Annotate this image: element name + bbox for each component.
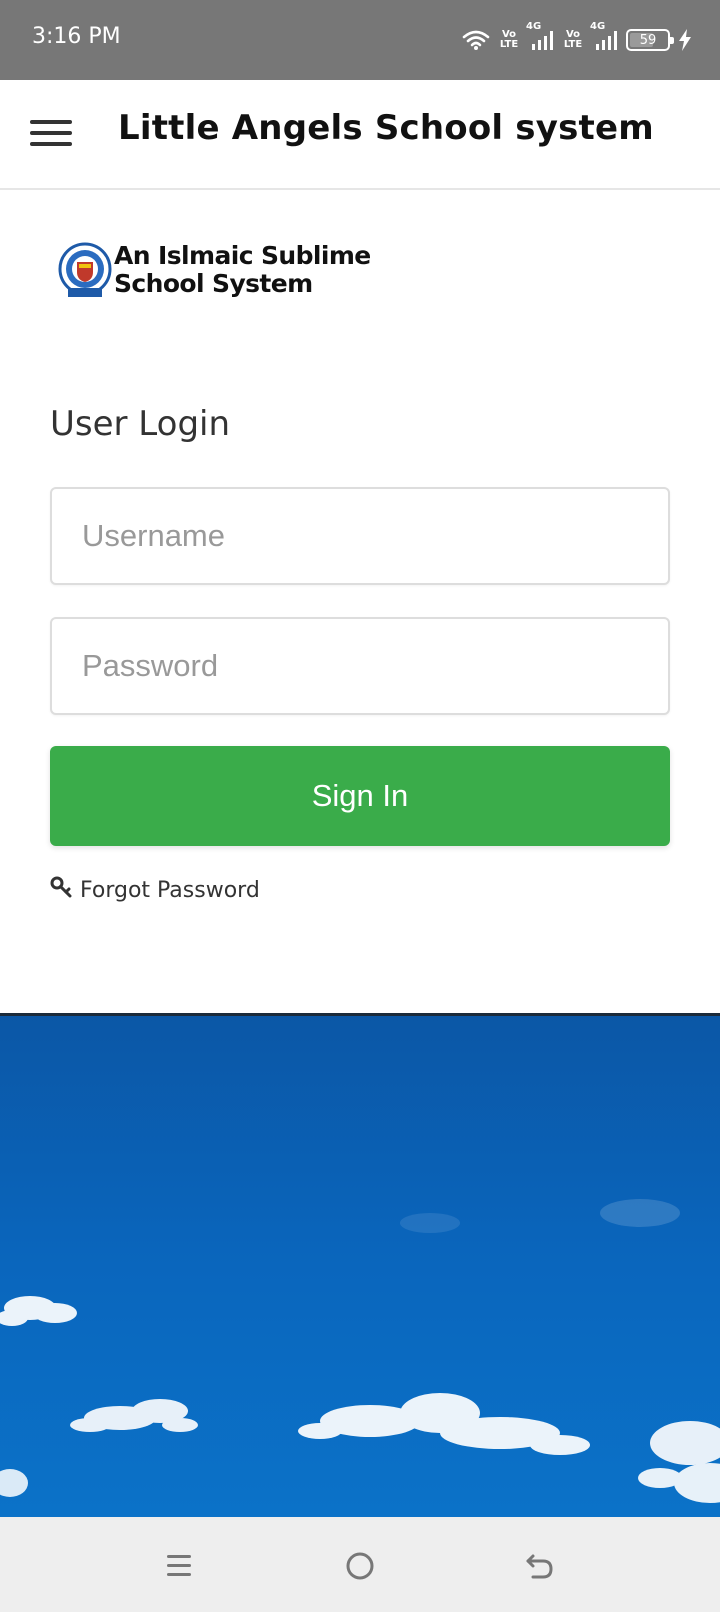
key-icon [50,876,72,904]
battery-level: 59 [639,32,657,48]
app-header: Little Angels School system [0,80,720,190]
forgot-password-label: Forgot Password [80,877,260,903]
forgot-password-link[interactable]: Forgot Password [50,876,260,904]
status-time: 3:16 PM [32,24,121,49]
recent-apps-icon[interactable] [154,1541,204,1591]
sim2-signal: 4G [590,22,618,52]
sim1-volte-label: Vo LTE [499,29,519,50]
username-input[interactable] [50,487,670,585]
hamburger-menu-icon[interactable] [30,114,74,150]
back-icon[interactable] [515,1541,565,1591]
wifi-icon [462,29,490,51]
status-bar: 3:16 PM Vo LTE 4G Vo LTE 4G 59 [0,0,720,80]
password-input[interactable] [50,617,670,715]
logo-line-2: School System [114,269,313,298]
charging-icon [678,29,692,51]
sign-in-button[interactable]: Sign In [50,746,670,846]
school-seal-icon [58,242,112,300]
sim2-network-label: 4G [590,21,606,32]
status-icons: Vo LTE 4G Vo LTE 4G 59 [462,22,692,56]
app-title: Little Angels School system [118,108,654,148]
sky-banner-image [0,1013,720,1517]
home-icon[interactable] [335,1541,385,1591]
sim1-signal: 4G [526,22,554,52]
sim2-volte-label: Vo LTE [563,29,583,50]
logo-text: An Islmaic Sublime School System [114,242,371,298]
sim1-network-label: 4G [526,21,542,32]
battery-icon: 59 [626,29,674,51]
logo-line-1: An Islmaic Sublime [114,241,371,270]
login-heading: User Login [50,404,231,444]
system-nav-bar [0,1517,720,1612]
school-logo: An Islmaic Sublime School System [58,240,388,302]
